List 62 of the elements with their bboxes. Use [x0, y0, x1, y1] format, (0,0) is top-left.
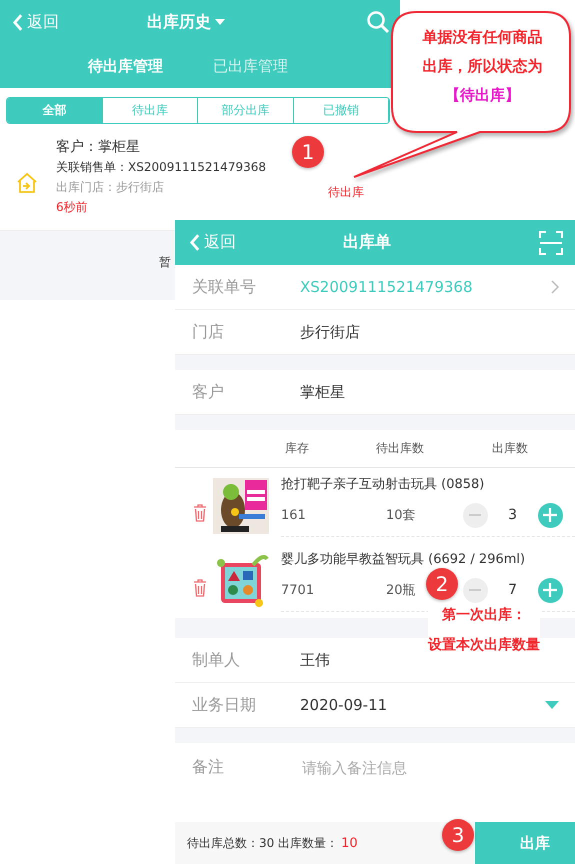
outbound-button[interactable]: 出库 [475, 822, 575, 864]
field-value: XS2009111521479368 [300, 278, 474, 296]
outbound-quantity: 10 [341, 836, 358, 850]
decrement-button[interactable] [462, 502, 488, 528]
back-button[interactable]: 返回 [12, 12, 59, 32]
empty-text: 暂 [159, 255, 171, 269]
column-header: 待出库数 [376, 440, 424, 457]
field-label: 门店 [192, 322, 225, 342]
field-label: 关联单号 [192, 276, 257, 298]
chevron-left-icon [12, 12, 23, 32]
screen-title: 出库单 [343, 232, 391, 253]
field-label: 客户 [192, 382, 225, 402]
quantity-value[interactable]: 3 [488, 507, 538, 523]
plus-icon [543, 583, 558, 597]
time-text: 6秒前 [56, 199, 89, 216]
back-button[interactable]: 返回 [189, 232, 236, 253]
column-header: 出库数 [492, 440, 528, 457]
callout-text: 单据没有任何商品 [422, 28, 542, 47]
filter-tab[interactable]: 全部 [7, 98, 102, 123]
field-value: 步行街店 [300, 322, 361, 342]
tab[interactable]: 已出库管理 [213, 56, 288, 76]
chevron-right-icon [551, 280, 559, 294]
search-icon[interactable] [366, 10, 390, 34]
stock-count: 161 [281, 508, 307, 522]
scan-icon[interactable] [539, 230, 563, 254]
caret-icon [215, 19, 225, 25]
annotation-text: 第一次出库： [442, 606, 526, 624]
sales-order-text: 关联销售单：XS2009111521479368 [56, 159, 266, 176]
annotation-text: 设置本次出库数量 [428, 636, 540, 654]
column-header: 库存 [285, 440, 309, 457]
field-label: 制单人 [192, 650, 241, 670]
product-name: 抢打靶子亲子互动射击玩具 (0858) [281, 476, 486, 492]
chevron-left-icon [189, 233, 200, 252]
field-label: 备注 [192, 757, 225, 778]
plus-icon [543, 508, 558, 522]
customer-text: 客户：掌柜星 [56, 138, 141, 156]
callout-text: 出库，所以状态为 [422, 57, 542, 76]
minus-icon [469, 514, 482, 516]
minus-icon [469, 589, 482, 591]
pending-count: 20瓶 [386, 582, 416, 599]
field-label: 业务日期 [192, 694, 257, 716]
callout-text: 【待出库】 [445, 86, 520, 105]
increment-button[interactable] [538, 578, 563, 602]
title-dropdown[interactable]: 出库历史 [147, 12, 225, 32]
caret-icon [545, 701, 559, 709]
field-value: 王伟 [300, 650, 331, 670]
status-text: 待出库 [328, 184, 364, 200]
decrement-button[interactable] [462, 578, 488, 602]
trash-icon[interactable] [193, 578, 207, 596]
quantity-value[interactable]: 7 [488, 582, 538, 598]
field-value: 2020-09-11 [300, 696, 388, 714]
stock-count: 7701 [281, 582, 316, 598]
summary-text: 待出库总数：30 出库数量： [187, 834, 338, 852]
form-row[interactable]: 关联单号 XS2009111521479368 [175, 265, 575, 310]
product-name: 婴儿多功能早教益智玩具 (6692 / 296ml) [281, 550, 526, 568]
increment-button[interactable] [538, 502, 563, 528]
trash-icon[interactable] [193, 504, 207, 522]
field-value: 掌柜星 [300, 382, 346, 402]
pending-count: 10套 [386, 507, 416, 524]
tab[interactable]: 待出库管理 [88, 56, 163, 76]
store-text: 出库门店：步行街店 [56, 179, 165, 196]
house-icon [16, 172, 38, 194]
